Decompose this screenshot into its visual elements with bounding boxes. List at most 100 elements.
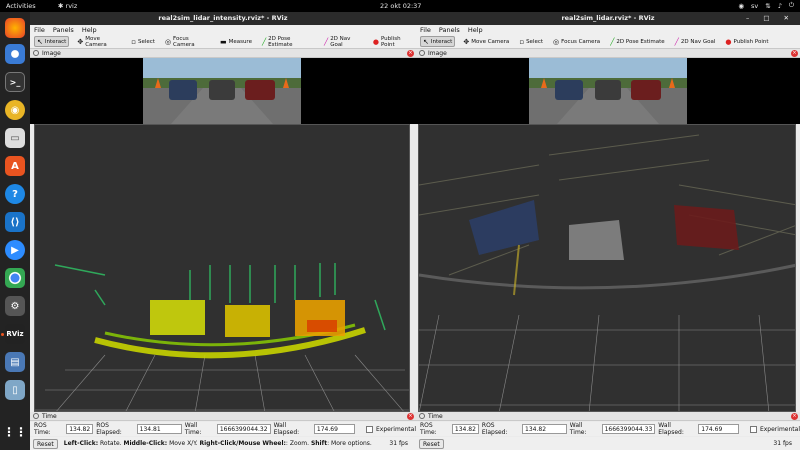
tool-interact[interactable]: ↖ Interact — [420, 36, 456, 47]
camera-image — [143, 58, 301, 124]
focus-camera-icon: ◎ — [164, 37, 172, 46]
help-icon[interactable]: ? — [5, 184, 25, 204]
move-camera-icon: ✥ — [77, 37, 84, 46]
3d-view-rgb[interactable] — [418, 124, 796, 412]
app-menu[interactable]: ✱ rviz — [58, 2, 77, 10]
time-panel-header[interactable]: Time × — [30, 412, 416, 421]
tool-focus-camera[interactable]: ◎ Focus Camera — [551, 36, 602, 47]
wall-time-field[interactable]: 1666399044.33 — [601, 424, 656, 434]
menu-help[interactable]: Help — [468, 25, 483, 35]
menu-file[interactable]: File — [34, 25, 45, 35]
tool-move-camera[interactable]: ✥ Move Camera — [75, 36, 123, 48]
menu-panels[interactable]: Panels — [439, 25, 460, 35]
status-hint: Left-Click: Rotate. Middle-Click: Move X… — [63, 440, 372, 447]
volume-icon[interactable]: ♪ — [778, 2, 782, 10]
settings-icon[interactable]: ⚙ — [5, 296, 25, 316]
time-panel-header[interactable]: Time × — [416, 412, 800, 421]
ros-elapsed-field[interactable]: 134.81 — [136, 424, 182, 434]
menu-file[interactable]: File — [420, 25, 431, 35]
terminal-icon[interactable]: >_ — [5, 72, 25, 92]
tool-2d-pose-estimate[interactable]: ╱ 2D Pose Estimate — [260, 36, 316, 48]
window-titlebar[interactable]: real2sim_lidar_intensity.rviz* - RViz — [30, 12, 416, 25]
tool-publish-point[interactable]: ● Publish Point — [723, 36, 770, 47]
status-bar: Reset 31 fps — [416, 437, 800, 450]
menu-panels[interactable]: Panels — [53, 25, 74, 35]
image-panel-header[interactable]: Image × — [30, 49, 416, 58]
tool-measure[interactable]: ▬ Measure — [218, 36, 254, 47]
zoom-icon[interactable]: ▶ — [5, 240, 25, 260]
experimental-checkbox[interactable] — [366, 425, 373, 433]
clock[interactable]: 22 okt 02:37 — [380, 2, 421, 10]
camera-image-panel — [30, 58, 416, 124]
ros-elapsed-field[interactable]: 134.82 — [522, 424, 567, 434]
panel-float-icon[interactable] — [33, 50, 39, 56]
tool-publish-point[interactable]: ● Publish Point — [371, 36, 416, 48]
tool-select[interactable]: ▫ Select — [129, 36, 157, 47]
keyboard-layout[interactable]: sv — [751, 2, 758, 10]
tool-2d-pose-estimate[interactable]: ╱ 2D Pose Estimate — [608, 36, 666, 47]
ros-time-field[interactable]: 134.82 — [451, 424, 479, 434]
storage-icon[interactable]: ▤ — [5, 352, 25, 372]
tool-move-camera[interactable]: ✥ Move Camera — [461, 36, 511, 47]
experimental-checkbox[interactable] — [750, 425, 757, 433]
firefox-icon[interactable] — [5, 18, 25, 38]
image-panel-header[interactable]: Image × — [416, 49, 800, 58]
running-indicator — [1, 333, 4, 336]
reset-button[interactable]: Reset — [33, 438, 58, 449]
tool-2d-nav-goal[interactable]: ╱ 2D Nav Goal — [322, 36, 365, 48]
panel-float-icon[interactable] — [419, 413, 425, 419]
select-icon: ▫ — [131, 37, 136, 46]
tool-bar: ↖ Interact ✥ Move Camera ▫ Select ◎ Focus Ca… — [416, 35, 800, 49]
panel-close-icon[interactable]: × — [407, 413, 414, 420]
nav-goal-icon: ╱ — [323, 37, 329, 46]
rviz-icon[interactable]: RViz — [5, 324, 25, 344]
window-controls[interactable]: – □ ✕ — [746, 12, 795, 25]
publish-point-icon: ● — [372, 37, 379, 46]
3d-view-intensity[interactable] — [34, 124, 410, 412]
rhythmbox-icon[interactable]: ◉ — [5, 100, 25, 120]
panel-float-icon[interactable] — [33, 413, 39, 419]
wall-elapsed-field[interactable]: 174.69 — [698, 424, 740, 434]
focus-camera-icon: ◎ — [553, 37, 560, 46]
chromium-icon[interactable] — [5, 44, 25, 64]
power-icon[interactable]: ⏻ — [789, 1, 794, 10]
tool-interact[interactable]: ↖ Interact — [34, 36, 70, 47]
chrome-icon[interactable] — [5, 268, 25, 288]
move-camera-icon: ✥ — [463, 37, 470, 46]
wall-elapsed-field[interactable]: 174.69 — [313, 424, 356, 434]
trash-icon[interactable]: ▯ — [5, 380, 25, 400]
accessibility-icon[interactable]: ◉ — [738, 2, 744, 10]
vscode-icon[interactable]: ⟨⟩ — [5, 212, 25, 232]
pointcloud-render — [35, 263, 409, 411]
window-titlebar[interactable]: real2sim_lidar.rviz* - RViz – □ ✕ — [416, 12, 800, 25]
network-icon[interactable]: ⇅ — [765, 2, 770, 10]
panel-float-icon[interactable] — [419, 50, 425, 56]
gnome-top-bar: Activities ✱ rviz 22 okt 02:37 ◉ sv ⇅ ♪ … — [0, 0, 800, 12]
tool-select[interactable]: ▫ Select — [517, 36, 545, 47]
panel-close-icon[interactable]: × — [407, 50, 414, 57]
tool-focus-camera[interactable]: ◎ Focus Camera — [163, 36, 212, 48]
tool-2d-nav-goal[interactable]: ╱ 2D Nav Goal — [673, 36, 718, 47]
ros-time-field[interactable]: 134.82 — [66, 424, 94, 434]
apps-grid-icon[interactable]: ⋮⋮ — [3, 422, 27, 442]
fps-counter: 31 fps — [389, 440, 408, 447]
system-tray[interactable]: ◉ sv ⇅ ♪ ⏻ — [738, 1, 794, 10]
dock: >_ ◉ ▭ A ? ⟨⟩ ▶ ⚙ RViz ▤ ▯ ⋮⋮ — [0, 12, 30, 450]
menu-help[interactable]: Help — [82, 25, 97, 35]
menu-bar: File Panels Help — [416, 25, 800, 35]
rviz-window-right: real2sim_lidar.rviz* - RViz – □ ✕ File P… — [416, 12, 800, 450]
activities-button[interactable]: Activities — [6, 2, 36, 10]
time-panel: ROS Time: 134.82 ROS Elapsed: 134.81 Wal… — [30, 422, 416, 436]
tool-bar: ↖ Interact ✥ Move Camera ▫ Select ◎ Focus Ca… — [30, 35, 416, 49]
pointcloud-render — [419, 134, 795, 411]
panel-close-icon[interactable]: × — [791, 413, 798, 420]
camera-image-panel — [416, 58, 800, 124]
files-icon[interactable]: ▭ — [5, 128, 25, 148]
nav-goal-icon: ╱ — [674, 37, 679, 46]
software-icon[interactable]: A — [5, 156, 25, 176]
pose-estimate-icon: ╱ — [261, 37, 267, 46]
reset-button[interactable]: Reset — [419, 438, 444, 449]
panel-close-icon[interactable]: × — [791, 50, 798, 57]
publish-point-icon: ● — [725, 37, 732, 46]
wall-time-field[interactable]: 1666399044.32 — [216, 424, 271, 434]
